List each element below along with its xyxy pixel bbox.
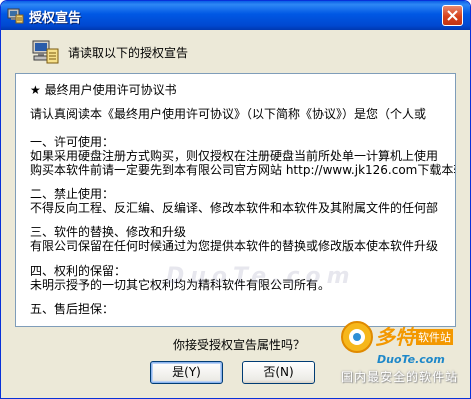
close-button[interactable] <box>442 5 463 26</box>
license-line: 不得反向工程、反汇编、反编译、修改本软件和本软件及其附属文件的任何部 <box>30 201 439 215</box>
header-prompt: 请读取以下的授权宣告 <box>68 46 189 60</box>
duote-logo-icon <box>341 321 373 353</box>
yes-button[interactable]: 是(Y) <box>150 361 223 384</box>
window-title: 授权宣告 <box>29 11 82 26</box>
no-button[interactable]: 否(N) <box>242 361 315 384</box>
license-line: ★ 最终用户使用许可协议书 <box>30 83 177 97</box>
watermark-site: DuoTe.com <box>377 353 445 366</box>
license-line: 有限公司保留在任何时候通过为您提供本软件的替换或修改版本使本软件升级 <box>30 239 439 253</box>
license-computer-icon <box>32 40 59 64</box>
close-icon <box>447 10 458 21</box>
license-text-area[interactable]: ★ 最终用户使用许可协议书 请认真阅读本《最终用户使用许可协议》（以下简称《协议… <box>15 73 456 327</box>
license-dialog: 授权宣告 请读取以下的授权宣告 ★ 最终用户使用许可协议书 请认真阅读本《最终用… <box>0 0 471 399</box>
license-line: 五、售后担保： <box>30 302 115 316</box>
watermark-brand: 多特 <box>375 325 415 349</box>
title-bar[interactable]: 授权宣告 <box>1 1 470 30</box>
center-watermark: DuoTe.com <box>166 264 356 289</box>
license-line: 请认真阅读本《最终用户使用许可协议》（以下简称《协议》）是您（个人或 <box>30 107 427 121</box>
app-icon <box>7 8 24 24</box>
license-line: 购买本软件前请一定要先到本有限公司官方网站 http://www.jk126.c… <box>30 163 456 177</box>
watermark-slogan: 国内最安全的软件站 <box>341 370 459 384</box>
accept-question: 你接受授权宣告属性吗？ <box>173 338 306 352</box>
site-watermark: 多特 软件站 DuoTe.com 国内最安全的软件站 <box>321 317 470 397</box>
watermark-brand-tag: 软件站 <box>416 329 453 345</box>
